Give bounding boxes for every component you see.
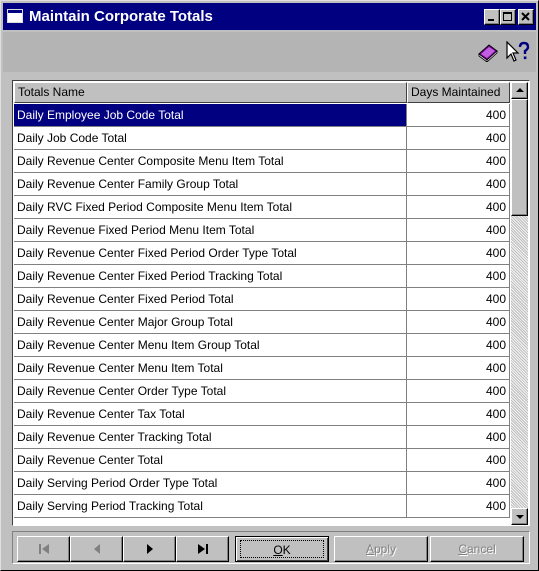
- table-row[interactable]: Daily Serving Period Tracking Total 400: [14, 495, 510, 518]
- ok-button-focus: OK: [240, 540, 324, 558]
- scroll-up-button[interactable]: [511, 82, 528, 99]
- days-maintained-cell[interactable]: 400: [407, 265, 510, 288]
- totals-name-cell[interactable]: Daily Revenue Center Composite Menu Item…: [14, 150, 407, 173]
- table-row[interactable]: Daily Revenue Center Order Type Total 400: [14, 380, 510, 403]
- toolbar: [3, 32, 536, 72]
- days-maintained-cell[interactable]: 400: [407, 334, 510, 357]
- table-row[interactable]: Daily Employee Job Code Total 400: [14, 104, 510, 127]
- totals-name-cell[interactable]: Daily Revenue Center Order Type Total: [14, 380, 407, 403]
- table-row[interactable]: Daily Revenue Center Tax Total 400: [14, 403, 510, 426]
- column-header-days-maintained[interactable]: Days Maintained: [407, 82, 510, 103]
- days-maintained-cell[interactable]: 400: [407, 196, 510, 219]
- table-row[interactable]: Daily Revenue Center Major Group Total 40…: [14, 311, 510, 334]
- totals-name-cell[interactable]: Daily Job Code Total: [14, 127, 407, 150]
- totals-name-cell[interactable]: Daily Revenue Center Total: [14, 449, 407, 472]
- table-row[interactable]: Daily Revenue Center Total 400: [14, 449, 510, 472]
- days-maintained-cell[interactable]: 400: [407, 127, 510, 150]
- previous-record-button[interactable]: [70, 536, 123, 562]
- table-row[interactable]: Daily Serving Period Order Type Total 400: [14, 472, 510, 495]
- last-record-icon: [197, 544, 208, 554]
- table-row[interactable]: Daily Revenue Center Tracking Total 400: [14, 426, 510, 449]
- days-maintained-cell[interactable]: 400: [407, 219, 510, 242]
- totals-name-cell[interactable]: Daily Serving Period Order Type Total: [14, 472, 407, 495]
- days-maintained-cell[interactable]: 400: [407, 495, 510, 518]
- whats-this-help-icon[interactable]: [505, 41, 531, 63]
- maximize-button[interactable]: [500, 9, 516, 25]
- window-icon[interactable]: [7, 9, 23, 23]
- maintain-corporate-totals-window: Maintain Corporate Totals Totals Name Da…: [0, 0, 539, 571]
- totals-grid[interactable]: Totals Name Days Maintained Daily Employ…: [12, 80, 530, 526]
- title-bar[interactable]: Maintain Corporate Totals: [3, 3, 536, 30]
- apply-label: pply: [374, 542, 397, 556]
- totals-name-cell[interactable]: Daily Revenue Center Menu Item Total: [14, 357, 407, 380]
- scroll-down-button[interactable]: [511, 508, 528, 525]
- days-maintained-cell[interactable]: 400: [407, 403, 510, 426]
- cancel-mnemonic: C: [458, 542, 467, 556]
- totals-name-cell[interactable]: Daily Revenue Center Fixed Period Total: [14, 288, 407, 311]
- totals-name-cell[interactable]: Daily Revenue Center Tax Total: [14, 403, 407, 426]
- table-row[interactable]: Daily Revenue Center Menu Item Total 400: [14, 357, 510, 380]
- cancel-button[interactable]: Cancel: [430, 536, 524, 562]
- first-record-button[interactable]: [17, 536, 70, 562]
- table-row[interactable]: Daily Job Code Total 400: [14, 127, 510, 150]
- table-row[interactable]: Daily Revenue Center Family Group Total 4…: [14, 173, 510, 196]
- days-maintained-cell[interactable]: 400: [407, 472, 510, 495]
- apply-button[interactable]: Apply: [334, 536, 428, 562]
- days-maintained-cell[interactable]: 400: [407, 242, 510, 265]
- totals-name-cell[interactable]: Daily Serving Period Tracking Total: [14, 495, 407, 518]
- table-row[interactable]: Daily Revenue Center Fixed Period Tracki…: [14, 265, 510, 288]
- scroll-thumb[interactable]: [511, 99, 528, 216]
- days-maintained-cell[interactable]: 400: [407, 150, 510, 173]
- days-maintained-cell[interactable]: 400: [407, 104, 510, 127]
- ok-mnemonic: O: [273, 543, 283, 557]
- days-maintained-cell[interactable]: 400: [407, 288, 510, 311]
- totals-name-cell[interactable]: Daily RVC Fixed Period Composite Menu It…: [14, 196, 407, 219]
- totals-name-cell[interactable]: Daily Revenue Center Fixed Period Tracki…: [14, 265, 407, 288]
- apply-mnemonic: A: [365, 542, 374, 556]
- table-row[interactable]: Daily RVC Fixed Period Composite Menu It…: [14, 196, 510, 219]
- button-bar: OK Apply Cancel: [12, 531, 530, 564]
- vertical-scrollbar[interactable]: [511, 82, 528, 525]
- totals-name-cell[interactable]: Daily Revenue Fixed Period Menu Item Tot…: [14, 219, 407, 242]
- totals-name-cell[interactable]: Daily Revenue Center Major Group Total: [14, 311, 407, 334]
- ok-label: K: [282, 543, 291, 557]
- totals-name-cell[interactable]: Daily Revenue Center Menu Item Group Tot…: [14, 334, 407, 357]
- days-maintained-cell[interactable]: 400: [407, 311, 510, 334]
- column-header-totals-name[interactable]: Totals Name: [14, 82, 407, 103]
- book-icon[interactable]: [477, 42, 499, 62]
- table-row[interactable]: Daily Revenue Center Composite Menu Item…: [14, 150, 510, 173]
- totals-name-cell[interactable]: Daily Revenue Center Fixed Period Order …: [14, 242, 407, 265]
- close-button[interactable]: [518, 9, 534, 25]
- totals-name-cell[interactable]: Daily Revenue Center Family Group Total: [14, 173, 407, 196]
- days-maintained-cell[interactable]: 400: [407, 357, 510, 380]
- ok-button[interactable]: OK: [235, 536, 329, 562]
- window-title: Maintain Corporate Totals: [29, 8, 213, 25]
- grid-rows: Daily Employee Job Code Total 400 Daily Jo…: [14, 104, 510, 518]
- days-maintained-cell[interactable]: 400: [407, 449, 510, 472]
- first-record-icon: [38, 544, 49, 554]
- next-record-button[interactable]: [123, 536, 176, 562]
- days-maintained-cell[interactable]: 400: [407, 380, 510, 403]
- previous-record-icon: [93, 544, 100, 554]
- minimize-icon: [488, 19, 494, 21]
- minimize-button[interactable]: [484, 9, 500, 25]
- close-icon: [521, 12, 530, 21]
- table-row[interactable]: Daily Revenue Center Fixed Period Total 4…: [14, 288, 510, 311]
- table-row[interactable]: Daily Revenue Center Fixed Period Order …: [14, 242, 510, 265]
- totals-name-cell[interactable]: Daily Employee Job Code Total: [14, 104, 407, 127]
- last-record-button[interactable]: [176, 536, 229, 562]
- totals-name-cell[interactable]: Daily Revenue Center Tracking Total: [14, 426, 407, 449]
- grid-header: Totals Name Days Maintained: [14, 82, 510, 103]
- maximize-icon: [503, 12, 512, 21]
- table-row[interactable]: Daily Revenue Fixed Period Menu Item Tot…: [14, 219, 510, 242]
- table-row[interactable]: Daily Revenue Center Menu Item Group Tot…: [14, 334, 510, 357]
- days-maintained-cell[interactable]: 400: [407, 426, 510, 449]
- days-maintained-cell[interactable]: 400: [407, 173, 510, 196]
- next-record-icon: [146, 544, 153, 554]
- cancel-label: ancel: [466, 542, 496, 556]
